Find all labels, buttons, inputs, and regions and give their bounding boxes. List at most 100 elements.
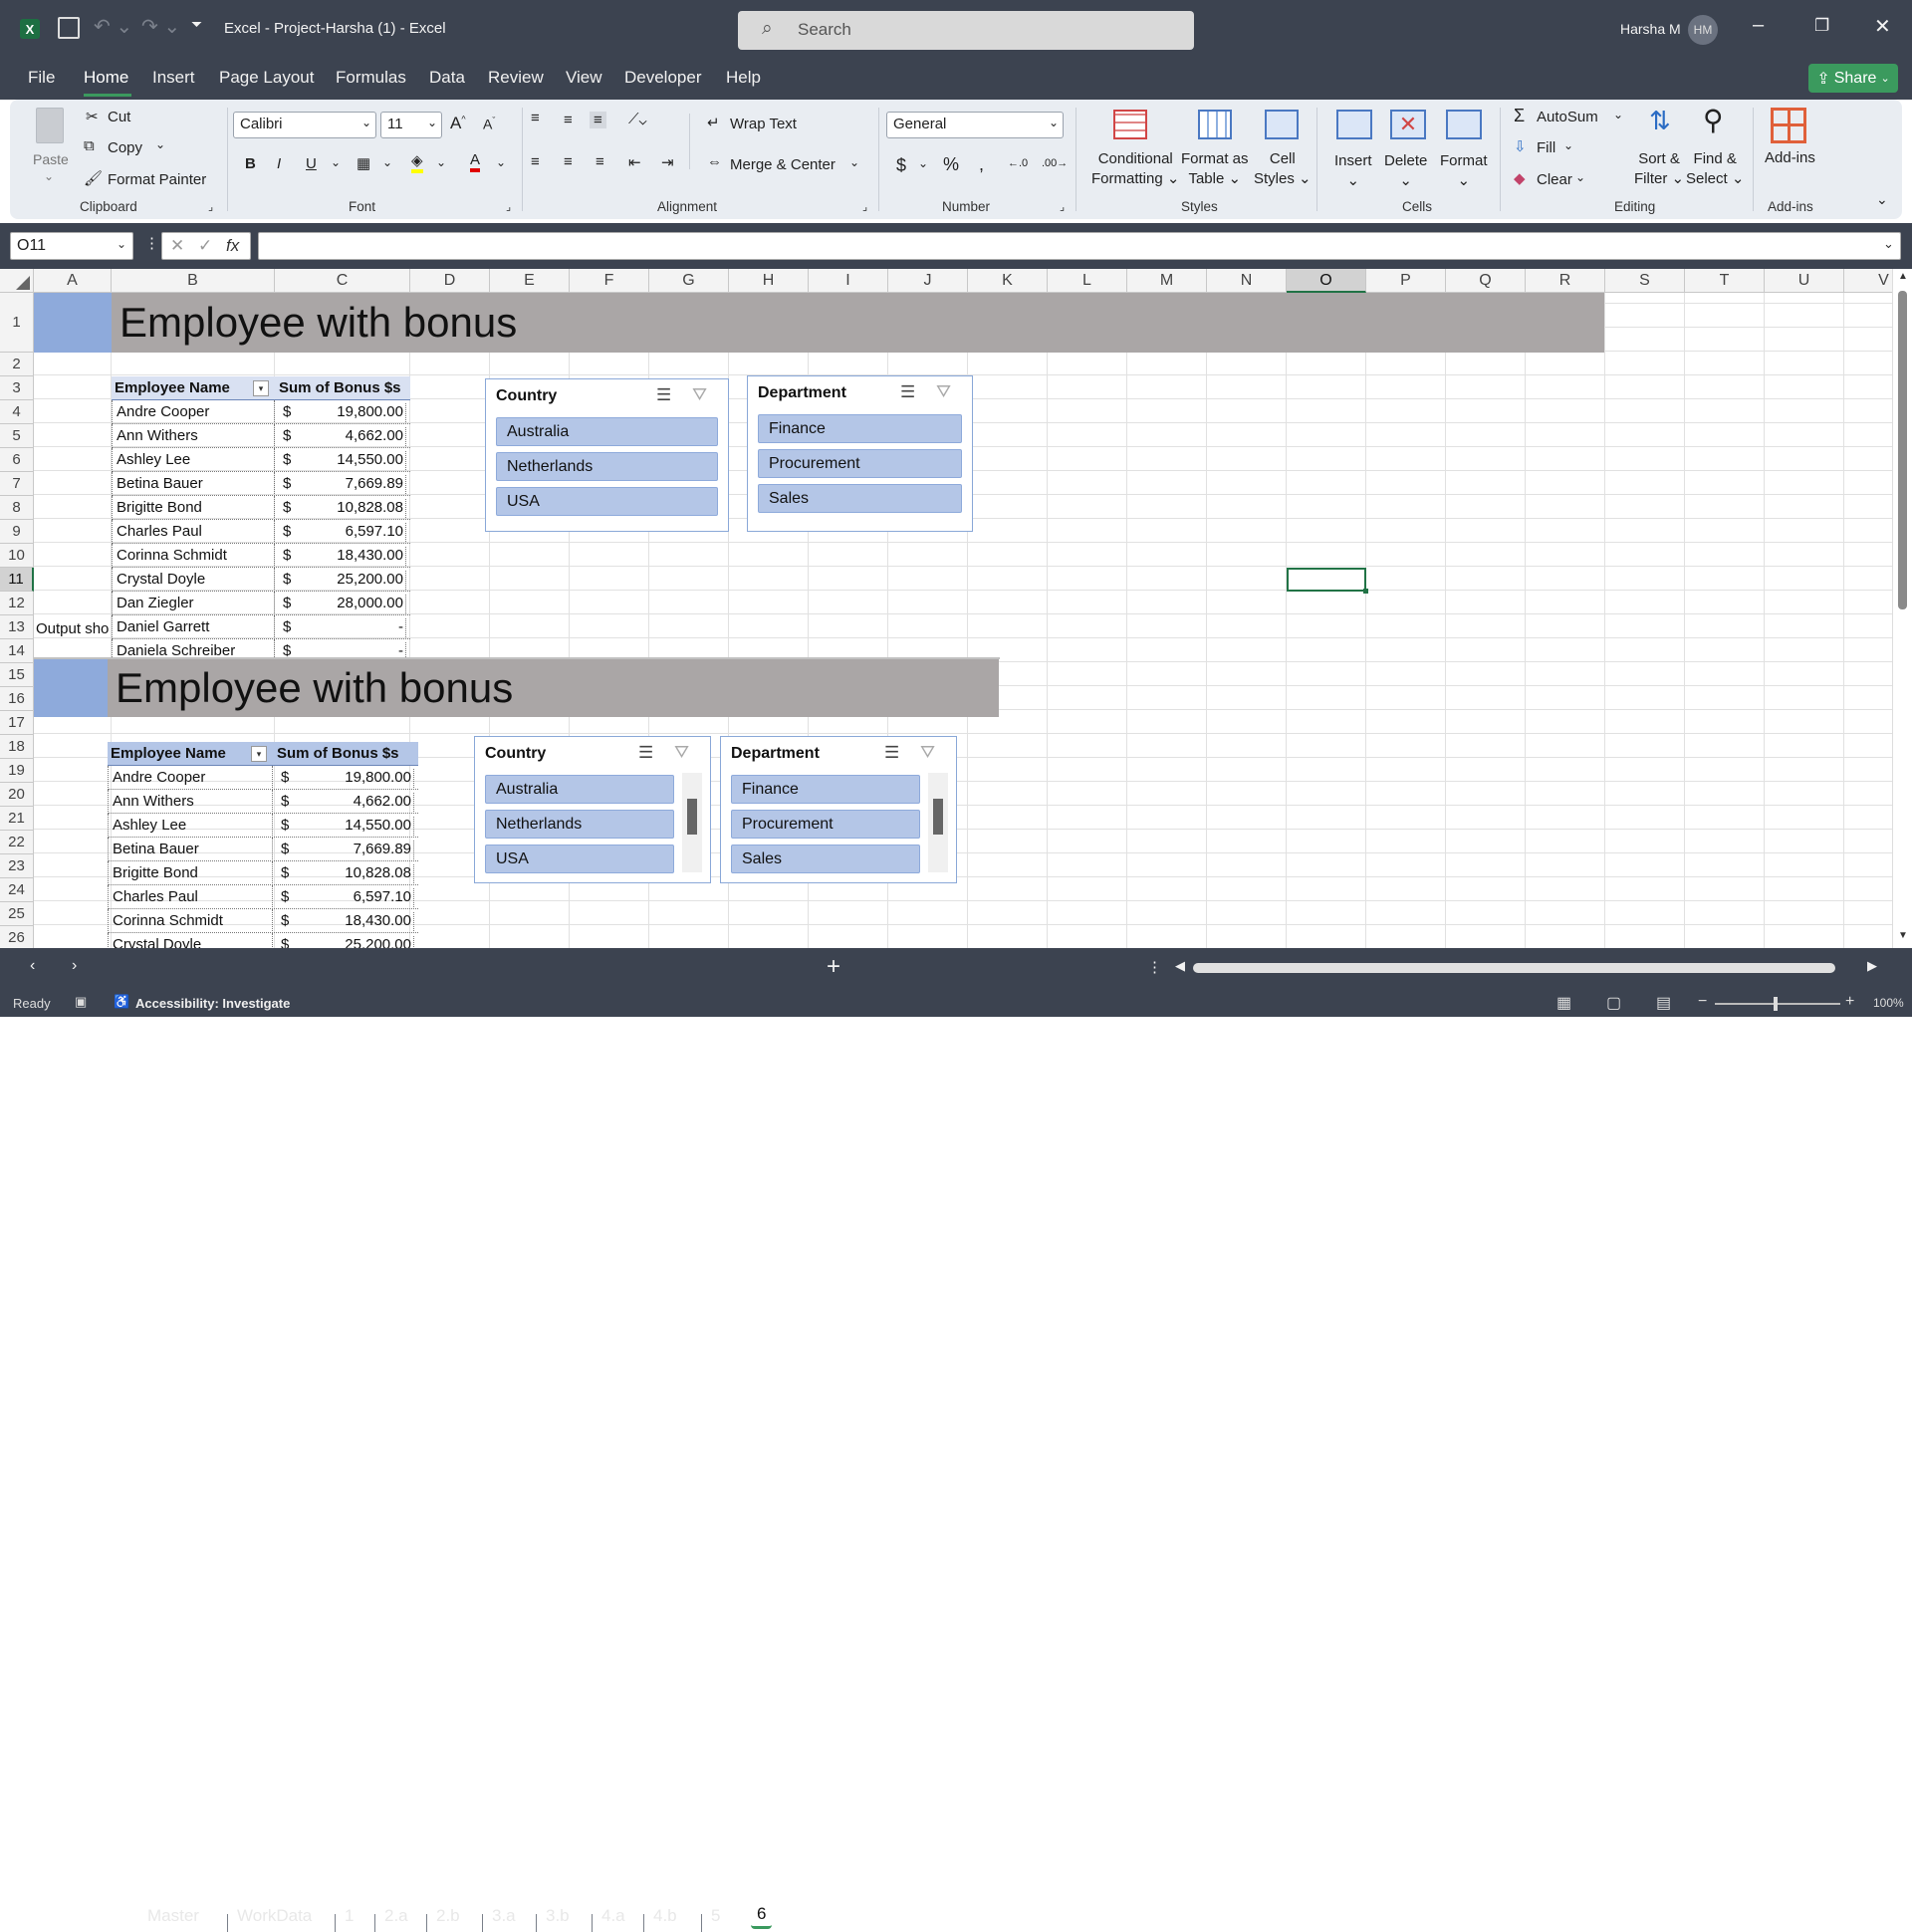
row-header[interactable]: 16 xyxy=(0,687,34,711)
clear-filter-icon[interactable]: ⛛ xyxy=(920,742,935,763)
column-header[interactable]: F xyxy=(570,269,649,293)
zoom-level[interactable]: 100% xyxy=(1873,996,1904,1010)
sheet-tab[interactable]: 3.a xyxy=(492,1906,516,1926)
tab-help[interactable]: Help xyxy=(726,68,761,88)
align-right-icon[interactable]: ≡ xyxy=(596,153,604,170)
horizontal-scroll-thumb[interactable] xyxy=(1193,963,1835,973)
fill-chevron-icon[interactable]: ⌄ xyxy=(1563,138,1573,152)
column-header[interactable]: Q xyxy=(1446,269,1526,293)
customize-qat-icon[interactable]: ⏷ xyxy=(191,16,202,33)
fill-button[interactable]: Fill xyxy=(1537,139,1555,156)
increase-decimal-icon[interactable]: ←.0 xyxy=(1008,157,1028,169)
row-header[interactable]: 15 xyxy=(0,663,34,687)
fill-color-icon[interactable]: ◈ xyxy=(411,151,423,173)
filter-dropdown-icon[interactable]: ▾ xyxy=(253,380,269,396)
italic-icon[interactable]: I xyxy=(277,155,281,172)
bonus-value[interactable]: 14,550.00 xyxy=(273,817,414,838)
scroll-up-icon[interactable]: ▲ xyxy=(1898,271,1908,282)
table-row[interactable]: Andre Cooper $19,800.00 xyxy=(112,400,410,424)
zoom-in-icon[interactable]: + xyxy=(1845,993,1854,1011)
slicer-item[interactable]: Finance xyxy=(758,414,962,443)
row-header[interactable]: 18 xyxy=(0,735,34,759)
currency-chevron-icon[interactable]: ⌄ xyxy=(918,156,928,170)
bonus-value[interactable]: 6,597.10 xyxy=(273,888,414,909)
slicer-dept[interactable]: Department ☰ ⛛ Finance Procurement Sales xyxy=(747,375,973,532)
row-header[interactable]: 25 xyxy=(0,902,34,926)
column-header[interactable]: A xyxy=(34,269,112,293)
format-painter-button[interactable]: Format Painter xyxy=(108,171,206,188)
fill-handle[interactable] xyxy=(1363,589,1368,594)
employee-name[interactable]: Brigitte Bond xyxy=(108,861,273,885)
vertical-scroll-thumb[interactable] xyxy=(1898,291,1907,609)
column-header[interactable]: P xyxy=(1366,269,1446,293)
sheet-tab[interactable]: 4.b xyxy=(653,1906,677,1926)
decrease-indent-icon[interactable]: ⇤ xyxy=(628,153,641,171)
slicer-country[interactable]: Country ☰ ⛛ Australia Netherlands USA xyxy=(474,736,711,883)
copy-button[interactable]: Copy xyxy=(108,139,142,156)
align-middle-icon[interactable]: ≡ xyxy=(564,112,573,128)
bonus-value[interactable]: 7,669.89 xyxy=(275,475,406,496)
minimize-icon[interactable]: – xyxy=(1753,14,1764,37)
slicer-item[interactable]: USA xyxy=(496,487,718,516)
bonus-value[interactable]: 18,430.00 xyxy=(275,547,406,568)
employee-name[interactable]: Ann Withers xyxy=(112,424,275,448)
font-color-icon[interactable]: A xyxy=(470,151,481,172)
increase-font-icon[interactable]: A^ xyxy=(450,114,466,133)
merge-chevron-icon[interactable]: ⌄ xyxy=(849,155,859,169)
sheet-tab[interactable]: WorkData xyxy=(237,1906,312,1926)
bonus-value[interactable]: 6,597.10 xyxy=(275,523,406,544)
tab-file[interactable]: File xyxy=(28,68,55,88)
sort-filter-button[interactable]: Sort & Filter ⌄ xyxy=(1634,149,1684,189)
borders-chevron-icon[interactable]: ⌄ xyxy=(382,155,392,169)
prev-sheet-icon[interactable]: ‹ xyxy=(30,957,35,975)
column-header[interactable]: B xyxy=(112,269,275,293)
add-sheet-icon[interactable]: + xyxy=(827,953,840,981)
dialog-launcher-icon[interactable]: ⌟ xyxy=(862,200,867,213)
paste-icon[interactable] xyxy=(36,108,64,143)
row-header[interactable]: 3 xyxy=(0,376,34,400)
table-row[interactable]: Daniel Garrett $ - xyxy=(112,615,410,639)
employee-name[interactable]: Charles Paul xyxy=(112,520,275,544)
insert-cells-button[interactable]: Insert ⌄ xyxy=(1334,151,1372,191)
borders-icon[interactable]: ▦ xyxy=(357,154,370,172)
multi-select-icon[interactable]: ☰ xyxy=(656,385,671,405)
employee-name[interactable]: Ashley Lee xyxy=(112,448,275,472)
autosum-button[interactable]: AutoSum xyxy=(1537,109,1598,125)
slicer-item[interactable]: Finance xyxy=(731,775,920,804)
row-header[interactable]: 12 xyxy=(0,592,34,615)
row-header[interactable]: 2 xyxy=(0,353,34,376)
row-header[interactable]: 6 xyxy=(0,448,34,472)
multi-select-icon[interactable]: ☰ xyxy=(638,743,653,763)
enter-icon[interactable]: ✓ xyxy=(198,236,212,256)
sheet-tab[interactable]: 4.a xyxy=(601,1906,625,1926)
bonus-value[interactable]: 7,669.89 xyxy=(273,841,414,861)
row-header[interactable]: 11 xyxy=(0,568,34,592)
cell-styles-button[interactable]: Cell Styles ⌄ xyxy=(1254,149,1312,189)
employee-name[interactable]: Ann Withers xyxy=(108,790,273,814)
column-header[interactable]: U xyxy=(1765,269,1844,293)
slicer-country[interactable]: Country ☰ ⛛ Australia Netherlands USA xyxy=(485,378,729,532)
formula-input[interactable] xyxy=(258,232,1901,260)
user-name[interactable]: Harsha M xyxy=(1620,21,1681,37)
column-header[interactable]: O xyxy=(1287,269,1366,293)
table-row[interactable]: Ashley Lee $14,550.00 xyxy=(112,448,410,472)
slicer-item[interactable]: Australia xyxy=(496,417,718,446)
slicer-item[interactable]: USA xyxy=(485,845,674,873)
name-box[interactable]: O11 ⌄ xyxy=(10,232,133,260)
table-row[interactable]: Brigitte Bond $10,828.08 xyxy=(108,861,418,885)
row-header[interactable]: 19 xyxy=(0,759,34,783)
table-row[interactable]: Betina Bauer $7,669.89 xyxy=(108,838,418,861)
bonus-value[interactable]: 19,800.00 xyxy=(275,403,406,424)
row-header[interactable]: 23 xyxy=(0,854,34,878)
dialog-launcher-icon[interactable]: ⌟ xyxy=(208,200,213,213)
comma-icon[interactable]: , xyxy=(979,154,984,175)
close-icon[interactable]: ✕ xyxy=(1874,14,1891,39)
employee-name[interactable]: Betina Bauer xyxy=(108,838,273,861)
row-header[interactable]: 10 xyxy=(0,544,34,568)
decrease-font-icon[interactable]: Aˇ xyxy=(483,116,495,132)
sheet-tab[interactable]: 6 xyxy=(751,1902,773,1929)
column-header[interactable]: E xyxy=(490,269,570,293)
table-row[interactable]: Dan Ziegler $28,000.00 xyxy=(112,592,410,615)
row-header[interactable]: 4 xyxy=(0,400,34,424)
employee-name[interactable]: Ashley Lee xyxy=(108,814,273,838)
